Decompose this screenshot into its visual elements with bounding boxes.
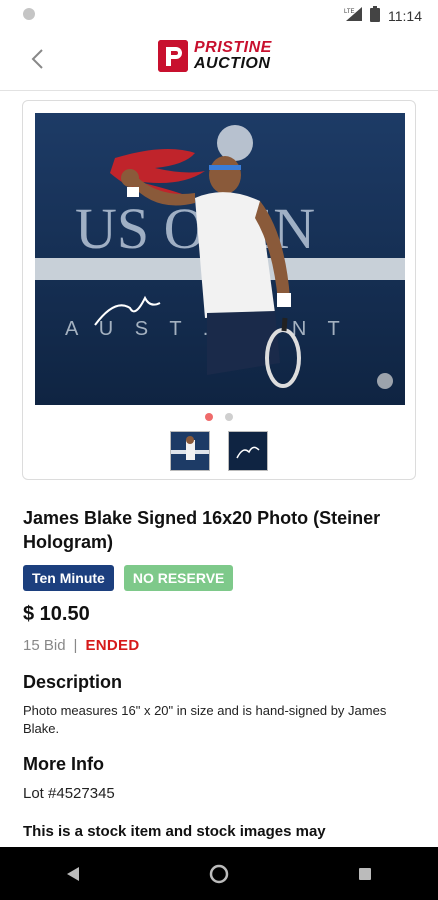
status-time: 11:14 (388, 7, 422, 24)
bid-count: 15 Bid (23, 637, 66, 654)
description-heading: Description (23, 672, 123, 692)
gallery-pagination (23, 413, 415, 421)
description-text: Photo measures 16" x 20" in size and is … (23, 703, 387, 736)
status-icons: LTE 11:14 (344, 6, 422, 25)
bid-separator: | (73, 637, 78, 654)
product-image[interactable]: US OPEN A U S T ... E N T (35, 113, 405, 405)
more-info-heading: More Info (23, 754, 104, 774)
thumbnail-strip (23, 431, 415, 471)
pagination-dot[interactable] (225, 413, 233, 421)
no-reserve-badge: NO RESERVE (123, 565, 234, 591)
current-price: $ 10.50 (23, 603, 90, 625)
nav-back-icon[interactable] (43, 854, 103, 894)
lot-number: Lot #4527345 (23, 785, 115, 802)
battery-icon (370, 6, 380, 25)
app-header: PRISTINE AUCTION (0, 30, 438, 91)
thumbnail-1[interactable] (170, 431, 210, 471)
back-arrow-icon[interactable] (22, 44, 52, 74)
nav-recents-icon[interactable] (335, 854, 395, 894)
pristine-auction-logo: PRISTINE AUCTION (158, 40, 272, 72)
logo-text-pristine: PRISTINE (194, 39, 272, 56)
thumbnail-2[interactable] (228, 431, 268, 471)
status-bar: LTE 11:14 (0, 0, 438, 30)
logo-mark-icon (158, 40, 188, 72)
product-title: James Blake Signed 16x20 Photo (Steiner … (23, 508, 381, 552)
bid-status-row: 15 Bid | ENDED (23, 637, 139, 654)
svg-text:A U S T ... E N T: A U S T ... E N T (65, 318, 348, 340)
badge-row: Ten Minute NO RESERVE (23, 565, 234, 591)
logo-text-auction: AUCTION (194, 55, 271, 72)
nav-home-icon[interactable] (189, 854, 249, 894)
lte-signal-icon: LTE (344, 7, 362, 24)
notification-dot-icon (23, 8, 35, 20)
image-gallery-card: US OPEN A U S T ... E N T (22, 100, 416, 480)
svg-text:LTE: LTE (344, 9, 355, 15)
stock-item-note: This is a stock item and stock images ma… (23, 823, 326, 840)
auction-type-badge: Ten Minute (23, 565, 114, 591)
auction-status: ENDED (85, 637, 140, 654)
pagination-dot-active[interactable] (205, 413, 213, 421)
system-navigation-bar (0, 847, 438, 900)
